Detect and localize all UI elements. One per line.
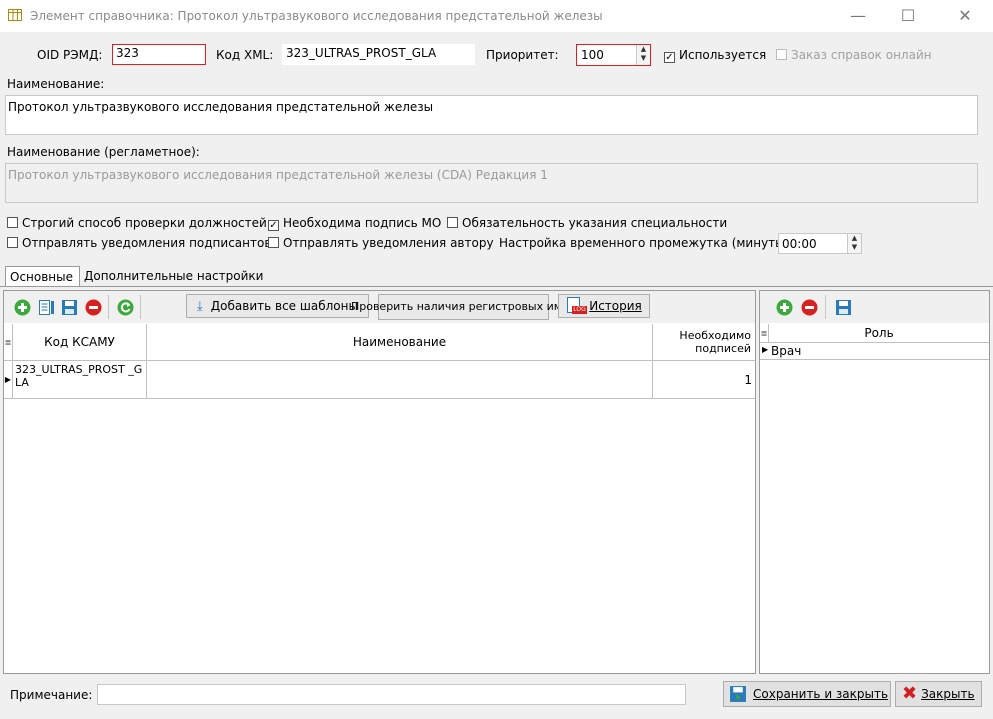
online-order-check-icon (776, 49, 787, 60)
close-label: Закрыть (921, 687, 975, 701)
cell-code[interactable]: 323_ULTRAS_PROST _GLA (13, 361, 147, 399)
download-icon: ⤓ (197, 298, 203, 314)
save-icon[interactable] (60, 298, 78, 316)
table-row[interactable]: ▶ 323_ULTRAS_PROST _GLA 1 (4, 361, 755, 399)
window-title: Элемент справочника: Протокол ультразвук… (30, 9, 603, 23)
minimize-button[interactable]: — (835, 0, 881, 32)
save-close-icon (730, 686, 746, 702)
cell-role[interactable]: Врач (771, 344, 801, 358)
column-header-signatures[interactable]: Необходимо подписей (653, 324, 753, 360)
tab-additional-settings[interactable]: Дополнительные настройки (80, 266, 267, 287)
role-grid-indicator-header-icon: ≣ (760, 324, 769, 342)
check-reg-names-button[interactable]: Проверить наличия регистровых имен (351, 294, 576, 320)
role-delete-icon[interactable] (800, 298, 818, 316)
history-button[interactable]: LOG История (558, 294, 650, 318)
strict-check-box-icon (7, 217, 18, 228)
log-icon: LOG (566, 297, 587, 315)
grid-indicator-header-icon: ≣ (4, 324, 13, 360)
add-icon[interactable] (13, 298, 31, 316)
interval-spinner[interactable]: 00:00 ▲ ▼ (778, 233, 862, 254)
row-pointer-icon: ▶ (4, 361, 13, 399)
need-sign-mo-check-icon: ✓ (268, 220, 279, 231)
need-sign-mo-label: Необходима подпись МО (283, 216, 442, 230)
priority-spinner[interactable]: 100 ▲ ▼ (576, 44, 651, 66)
reg-name-label: Наименование (регламетное): (7, 145, 200, 159)
interval-label: Настройка временного промежутка (минуты)… (499, 236, 794, 250)
add-all-templates-button[interactable]: ⤓ Добавить все шаблоны (186, 294, 369, 318)
notify-signers-label: Отправлять уведомления подписантов (22, 236, 272, 250)
role-grid-panel: ≣ Роль ▶ Врач (759, 290, 990, 674)
log-badge: LOG (572, 306, 587, 314)
need-sign-mo-checkbox[interactable]: ✓ Необходима подпись МО (268, 216, 441, 231)
xml-code-input[interactable]: 323_ULTRAS_PROST_GLA (282, 44, 475, 65)
oid-input[interactable]: 323 (112, 44, 206, 65)
save-and-close-label: Сохранить и закрыть (753, 687, 889, 701)
add-all-templates-label: Добавить все шаблоны (210, 299, 358, 313)
main-grid-header: ≣ Код КСАМУ Наименование Необходимо подп… (4, 324, 755, 361)
used-checkbox[interactable]: ✓ Используется (664, 48, 766, 63)
strict-check-label: Строгий способ проверки должностей (22, 216, 267, 230)
save-and-close-button[interactable]: Сохранить и закрыть (723, 681, 891, 707)
role-row[interactable]: ▶ Врач (760, 343, 989, 360)
edit-list-icon[interactable] (37, 298, 55, 316)
notify-signers-box-icon (7, 237, 18, 248)
role-grid-header: ≣ Роль (760, 324, 989, 343)
column-header-name[interactable]: Наименование (147, 324, 653, 360)
refresh-icon[interactable] (116, 298, 134, 316)
table-icon (8, 9, 22, 21)
note-label: Примечание: (10, 688, 93, 702)
history-label: История (589, 299, 642, 313)
toolbar-separator-2 (140, 295, 141, 319)
specialty-required-label: Обязательность указания специальности (462, 216, 728, 230)
specialty-required-checkbox[interactable]: Обязательность указания специальности (447, 216, 727, 230)
name-textarea[interactable]: Протокол ультразвукового исследования пр… (5, 95, 978, 135)
role-add-icon[interactable] (775, 298, 793, 316)
priority-value: 100 (581, 48, 604, 62)
main-toolbar: ⤓ Добавить все шаблоны Проверить наличия… (4, 291, 755, 323)
notify-author-box-icon (268, 237, 279, 248)
name-label: Наименование: (7, 77, 105, 91)
column-header-code[interactable]: Код КСАМУ (13, 324, 147, 360)
interval-value: 00:00 (782, 237, 817, 251)
notify-author-label: Отправлять уведомления автору (283, 236, 494, 250)
close-button[interactable]: ✖ Закрыть (895, 681, 982, 707)
notify-author-checkbox[interactable]: Отправлять уведомления автору (268, 236, 494, 250)
title-bar: Элемент справочника: Протокол ультразвук… (0, 0, 993, 32)
xml-code-label: Код XML: (216, 48, 274, 62)
online-order-label: Заказ справок онлайн (791, 48, 932, 62)
online-order-checkbox: Заказ справок онлайн (776, 48, 932, 62)
reg-name-textarea: Протокол ультразвукового исследования пр… (5, 163, 978, 203)
used-check-icon: ✓ (664, 52, 675, 63)
maximize-button[interactable]: ☐ (885, 0, 931, 32)
close-window-button[interactable]: ✕ (942, 0, 988, 32)
note-input[interactable] (97, 684, 686, 705)
main-grid-panel: ⤓ Добавить все шаблоны Проверить наличия… (3, 290, 756, 674)
tab-divider (0, 286, 993, 287)
delete-icon[interactable] (84, 298, 102, 316)
close-x-icon: ✖ (902, 683, 918, 704)
column-header-role[interactable]: Роль (769, 324, 989, 342)
role-toolbar (760, 291, 989, 323)
interval-spin-buttons[interactable]: ▲ ▼ (847, 234, 861, 253)
strict-check-checkbox[interactable]: Строгий способ проверки должностей (7, 216, 267, 230)
role-save-icon[interactable] (834, 298, 852, 316)
role-toolbar-separator (825, 295, 826, 319)
cell-name[interactable] (147, 361, 653, 399)
priority-spin-buttons[interactable]: ▲ ▼ (636, 45, 650, 65)
cell-signatures[interactable]: 1 (653, 361, 755, 399)
tab-main[interactable]: Основные (5, 266, 80, 287)
oid-label: OID РЭМД: (37, 48, 103, 62)
role-row-pointer-icon: ▶ (762, 345, 769, 354)
used-label: Используется (679, 48, 767, 62)
priority-label: Приоритет: (486, 48, 559, 62)
specialty-required-box-icon (447, 217, 458, 228)
notify-signers-checkbox[interactable]: Отправлять уведомления подписантов (7, 236, 271, 250)
toolbar-separator (108, 295, 109, 319)
